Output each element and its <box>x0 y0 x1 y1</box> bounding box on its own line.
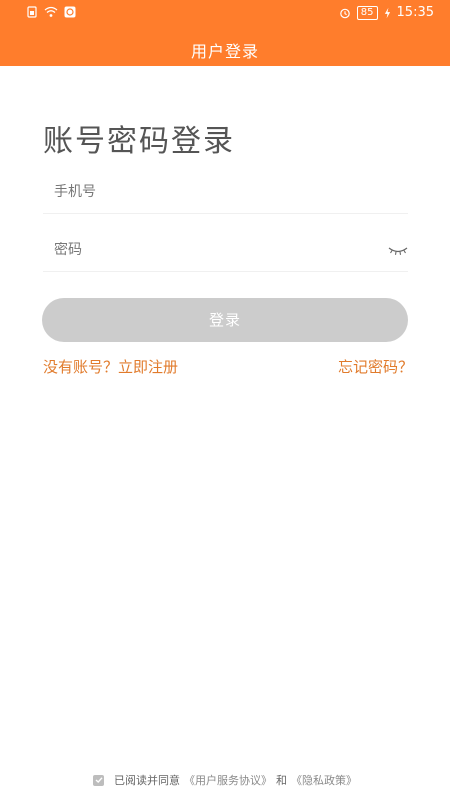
login-heading: 账号密码登录 <box>43 124 235 159</box>
status-left-icons <box>26 6 76 18</box>
user-agreement-link[interactable]: 《用户服务协议》 <box>184 772 272 788</box>
page-title: 用户登录 <box>190 42 259 61</box>
agreement-footer: 已阅读并同意 《用户服务协议》 和 《隐私政策》 <box>0 772 450 788</box>
forgot-password-link[interactable]: 忘记密码？ <box>338 356 413 377</box>
sim-icon <box>27 6 37 18</box>
agreement-prefix: 已阅读并同意 <box>114 774 180 787</box>
login-button[interactable]: 登录 <box>42 298 408 342</box>
register-link[interactable]: 没有账号？立即注册 <box>43 356 178 377</box>
password-input[interactable] <box>43 241 408 258</box>
status-bar: 85 15:35 <box>0 0 450 26</box>
battery-indicator: 85 <box>356 5 378 20</box>
privacy-policy-link[interactable]: 《隐私政策》 <box>291 772 357 788</box>
check-icon <box>95 777 103 783</box>
status-right-icons: 85 15:35 <box>339 5 434 20</box>
app-root: 85 15:35 用户登录 账号密码登录 登录 没有账号？立即注册 忘记密码？ <box>0 0 450 800</box>
wifi-icon <box>44 6 58 17</box>
top-bar: 85 15:35 用户登录 <box>0 0 450 66</box>
charging-icon <box>384 7 390 18</box>
status-time: 15:35 <box>396 5 434 20</box>
agreement-and: 和 <box>276 774 287 787</box>
app-notification-icon <box>64 6 76 18</box>
password-visibility-icon[interactable] <box>388 242 408 256</box>
phone-field <box>43 170 408 214</box>
phone-input[interactable] <box>43 183 408 200</box>
password-field <box>43 228 408 272</box>
agreement-checkbox[interactable] <box>93 774 104 786</box>
alarm-icon <box>339 8 350 18</box>
